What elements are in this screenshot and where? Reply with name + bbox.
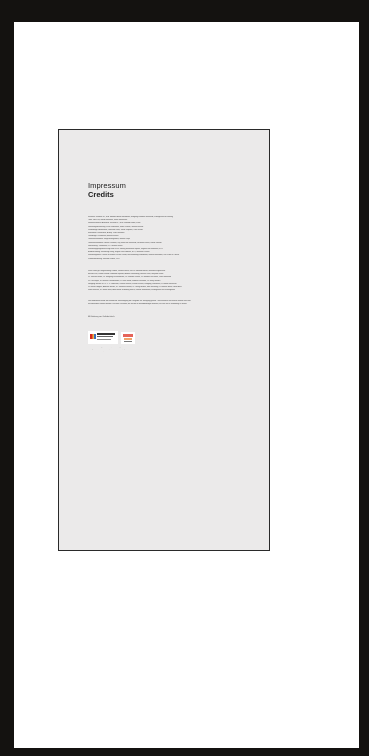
footer-notes: Ministerium für Bildung, Wissenschaft, W… — [88, 347, 158, 354]
document-page: Impressum Credits Kuratorin: Susanne Kr.… — [58, 129, 270, 551]
sponsor-logo-foundation — [121, 332, 135, 344]
outer-frame: Impressum Credits Kuratorin: Susanne Kr.… — [14, 22, 359, 748]
footer-line: Stadt Landau in der Pfalz, Museumsverban… — [88, 351, 129, 353]
page-title-impressum: Impressum — [88, 181, 126, 190]
sponsor-logo-ministry — [88, 331, 118, 344]
ministry-mark-icon — [90, 334, 96, 339]
thanks-line: Franz Heinrich, Dr. Stefan Muiß, Anne-Ma… — [88, 289, 175, 292]
funding-label: Mit Förderung von: Gefördert durch: — [88, 316, 115, 318]
rights-line: Rechteinhaber ermittelt werden. Wir bitt… — [88, 303, 188, 306]
credits-staff-block: Kuratorin: Susanne Kr., M.A. Mitarbeit: … — [88, 216, 244, 261]
sponsor-logos — [88, 331, 168, 345]
credits-line: Produktionsleitung: Gerhard Lindner, 201… — [88, 257, 120, 260]
rights-notice-block: Das Bildmaterial wurde mit freundlicher … — [88, 300, 244, 306]
thanks-block: Unser Dank gilt: Bürgerstiftung Landau, … — [88, 270, 244, 292]
page-title-credits: Credits — [88, 190, 114, 199]
